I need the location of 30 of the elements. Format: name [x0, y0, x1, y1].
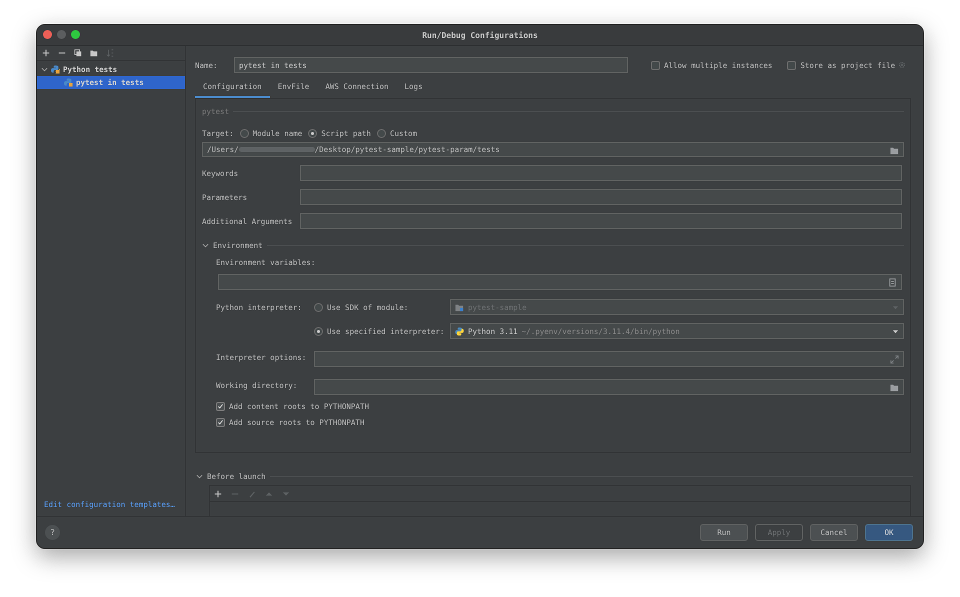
copy-icon[interactable]: [74, 49, 82, 57]
minimize-button[interactable]: [57, 30, 66, 39]
python-test-icon: [51, 65, 60, 74]
text-field[interactable]: [314, 379, 904, 395]
text-field[interactable]: [314, 351, 904, 367]
settings-icon[interactable]: [898, 61, 906, 69]
help-button[interactable]: ?: [45, 525, 60, 540]
expand-icon[interactable]: [890, 355, 899, 364]
chevron-icon[interactable]: [196, 472, 203, 480]
python-test-icon: [64, 78, 73, 87]
document-icon[interactable]: [888, 278, 897, 287]
folder-icon[interactable]: [90, 49, 98, 57]
plus-icon[interactable]: [214, 490, 222, 498]
caret-icon[interactable]: [892, 328, 899, 335]
text-field[interactable]: [300, 189, 902, 205]
folder-icon[interactable]: [890, 146, 899, 155]
close-button[interactable]: [43, 30, 52, 39]
module-folder-icon: [455, 302, 464, 312]
plus-icon[interactable]: [42, 49, 50, 57]
text-field[interactable]: [300, 165, 902, 181]
chevron-icon[interactable]: [41, 66, 48, 73]
chevron-icon[interactable]: [202, 242, 209, 248]
window-title: Run/Debug Configurations: [422, 30, 538, 40]
python-icon: [455, 326, 464, 336]
check-icon: [217, 403, 224, 410]
text-field[interactable]: [300, 213, 902, 229]
check-icon: [217, 419, 224, 426]
zoom-button[interactable]: [71, 30, 80, 39]
environment-variables-field[interactable]: [218, 274, 902, 290]
folder-icon[interactable]: [890, 383, 899, 392]
